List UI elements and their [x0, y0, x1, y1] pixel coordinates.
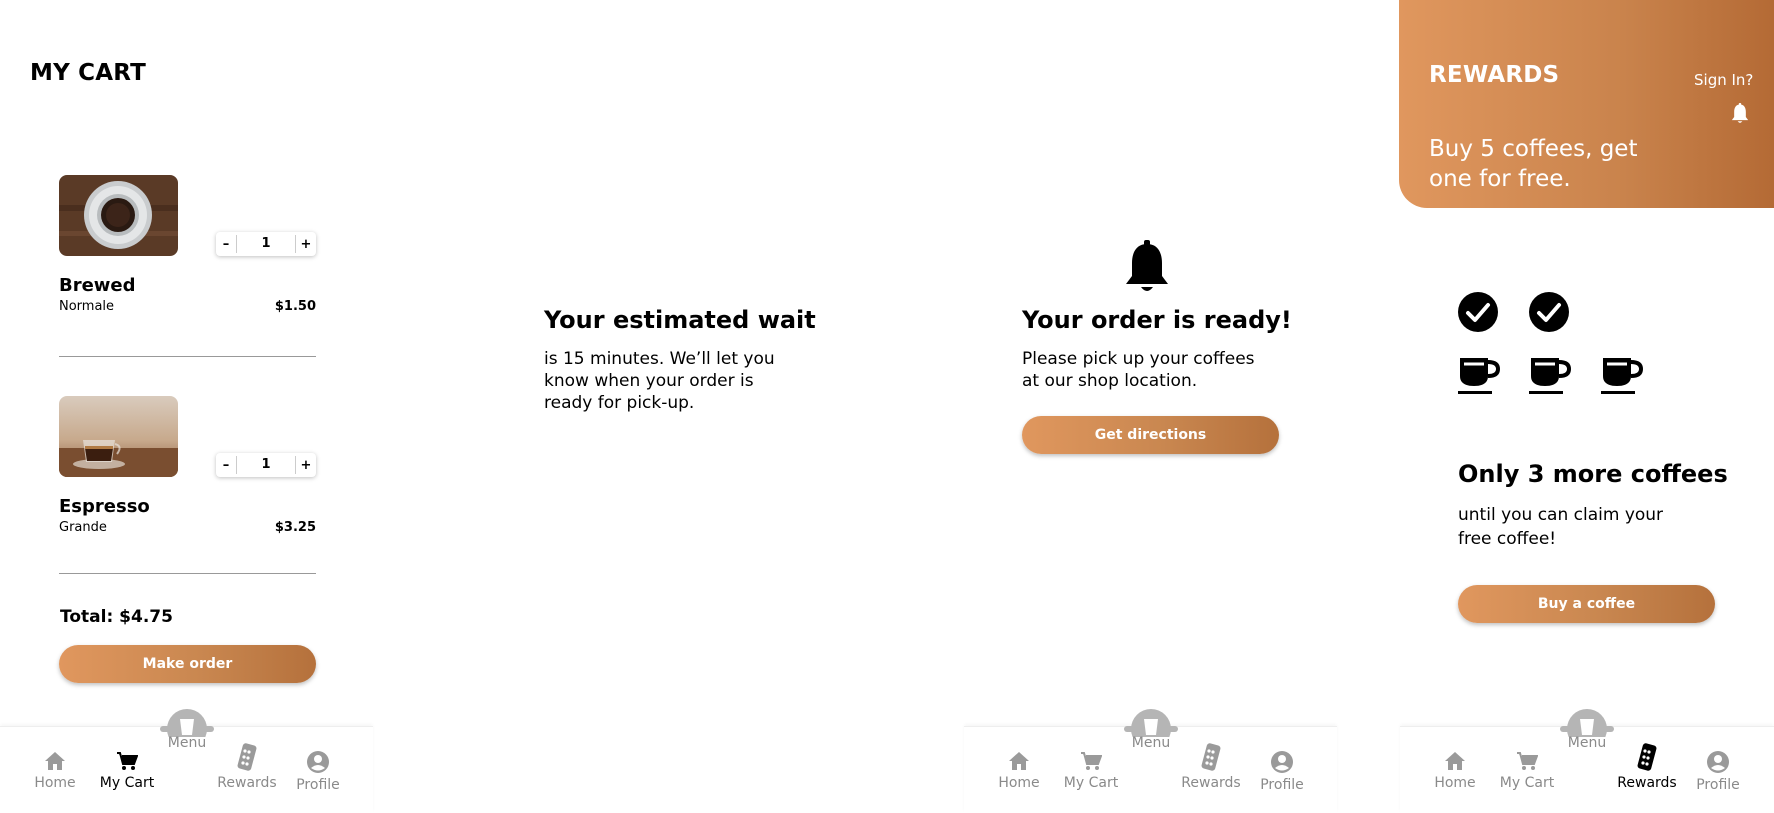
rewards-progress-heading: Only 3 more coffees: [1458, 460, 1728, 488]
buy-coffee-button[interactable]: Buy a coffee: [1458, 585, 1715, 623]
wait-message: is 15 minutes. We’ll let you know when y…: [544, 349, 775, 413]
home-icon: [1445, 752, 1465, 770]
nav-home-label: Home: [1434, 775, 1476, 791]
nav-home[interactable]: Home: [990, 751, 1048, 791]
divider: [59, 356, 316, 357]
nav-menu-label[interactable]: Menu: [158, 735, 216, 751]
bottom-nav: Menu Home My Cart Rewards Profile: [964, 709, 1337, 813]
espresso-glass-image: [59, 396, 178, 477]
nav-profile-label: Profile: [1260, 777, 1304, 793]
nav-menu-label[interactable]: Menu: [1122, 735, 1180, 751]
increase-button[interactable]: +: [296, 237, 316, 252]
nav-rewards-label: Rewards: [1617, 775, 1677, 791]
profile-icon: [1707, 751, 1729, 773]
nav-profile[interactable]: Profile: [1688, 751, 1748, 793]
bell-icon: [1124, 240, 1170, 298]
quantity-value[interactable]: 1: [236, 235, 296, 253]
nav-home[interactable]: Home: [1426, 751, 1484, 791]
cart-icon: [1517, 752, 1538, 770]
rewards-promo: Buy 5 coffees, get one for free.: [1429, 136, 1638, 192]
profile-icon: [1271, 751, 1293, 773]
cart-icon: [1081, 752, 1102, 770]
cart-icon: [117, 752, 138, 770]
home-icon: [45, 752, 65, 770]
sign-in-link[interactable]: Sign In?: [1694, 71, 1753, 89]
quantity-stepper[interactable]: – 1 +: [216, 232, 316, 256]
menu-button[interactable]: [1124, 709, 1178, 737]
menu-button[interactable]: [1560, 709, 1614, 737]
check-circle-icon: [1529, 292, 1569, 336]
rewards-progress-message: until you can claim your free coffee!: [1458, 505, 1664, 549]
coffee-cup-icon: [1529, 356, 1572, 400]
coffee-cup-icon: [1458, 356, 1501, 400]
nav-home[interactable]: Home: [26, 751, 84, 791]
home-icon: [1009, 752, 1029, 770]
nav-rewards[interactable]: Rewards: [1174, 743, 1248, 791]
rewards-card-icon: [237, 743, 257, 771]
decrease-button[interactable]: –: [216, 237, 236, 252]
nav-rewards-label: Rewards: [217, 775, 277, 791]
bottom-nav: Menu Home My Cart Rewards Profile: [0, 709, 373, 813]
rewards-card-icon: [1637, 743, 1657, 771]
coffee-cup-top-view-image: [59, 175, 178, 256]
nav-profile[interactable]: Profile: [1252, 751, 1312, 793]
item-price: $3.25: [274, 520, 316, 535]
order-total: Total: $4.75: [60, 607, 173, 627]
wait-title: Your estimated wait: [544, 306, 816, 334]
nav-rewards[interactable]: Rewards: [1610, 743, 1684, 791]
nav-cart-label: My Cart: [1499, 775, 1555, 791]
nav-my-cart[interactable]: My Cart: [92, 751, 162, 791]
nav-profile-label: Profile: [1696, 777, 1740, 793]
rewards-title: REWARDS: [1429, 62, 1560, 88]
ready-title: Your order is ready!: [1022, 306, 1292, 334]
get-directions-button[interactable]: Get directions: [1022, 416, 1279, 454]
profile-icon: [307, 751, 329, 773]
item-name: Brewed: [59, 275, 136, 296]
nav-menu-label[interactable]: Menu: [1558, 735, 1616, 751]
ready-message: Please pick up your coffees at our shop …: [1022, 349, 1255, 391]
menu-button[interactable]: [160, 709, 214, 737]
increase-button[interactable]: +: [296, 458, 316, 473]
page-title: MY CART: [30, 60, 146, 86]
nav-profile[interactable]: Profile: [288, 751, 348, 793]
item-name: Espresso: [59, 496, 150, 517]
bottom-nav: Menu Home My Cart Rewards Profile: [1400, 709, 1774, 813]
nav-rewards-label: Rewards: [1181, 775, 1241, 791]
nav-cart-label: My Cart: [1063, 775, 1119, 791]
check-circle-icon: [1458, 292, 1498, 336]
divider: [59, 573, 316, 574]
rewards-header: REWARDS Sign In? Buy 5 coffees, get one …: [1399, 0, 1774, 208]
make-order-button[interactable]: Make order: [59, 645, 316, 683]
nav-home-label: Home: [998, 775, 1040, 791]
item-size: Grande: [59, 520, 107, 535]
quantity-stepper[interactable]: – 1 +: [216, 453, 316, 477]
nav-profile-label: Profile: [296, 777, 340, 793]
nav-my-cart[interactable]: My Cart: [1056, 751, 1126, 791]
nav-home-label: Home: [34, 775, 76, 791]
item-price: $1.50: [274, 299, 316, 314]
nav-my-cart[interactable]: My Cart: [1492, 751, 1562, 791]
item-size: Normale: [59, 299, 115, 314]
nav-cart-label: My Cart: [99, 775, 155, 791]
decrease-button[interactable]: –: [216, 458, 236, 473]
rewards-card-icon: [1201, 743, 1221, 771]
quantity-value[interactable]: 1: [236, 456, 296, 474]
notification-bell-icon[interactable]: [1731, 103, 1749, 128]
nav-rewards[interactable]: Rewards: [210, 743, 284, 791]
coffee-cup-icon: [1601, 356, 1644, 400]
